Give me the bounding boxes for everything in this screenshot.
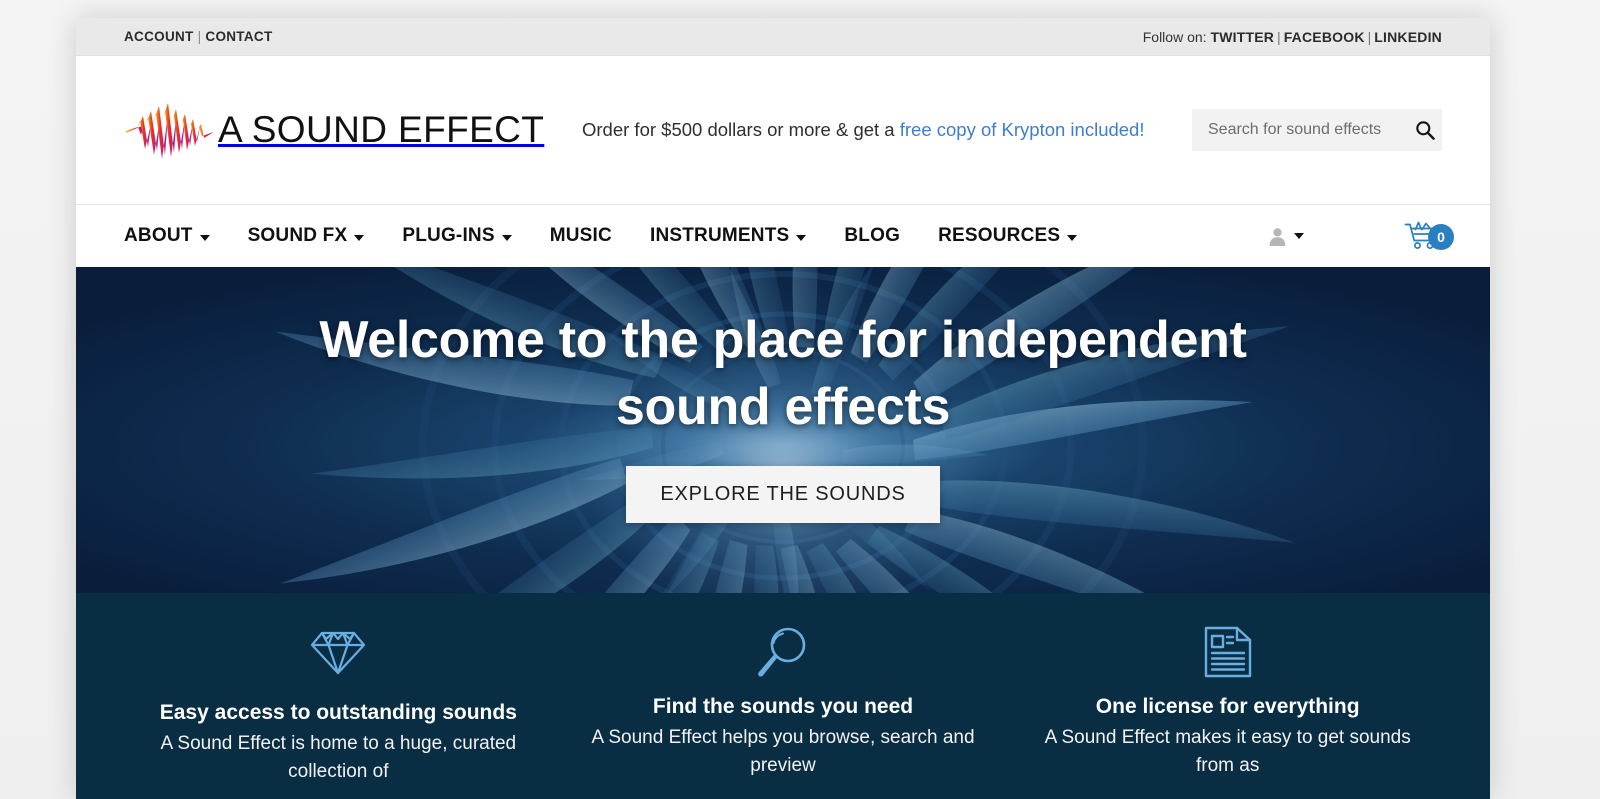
- topbar-social-links: Follow on: TWITTER | FACEBOOK | LINKEDIN: [1143, 29, 1442, 45]
- feature-description: A Sound Effect makes it easy to get soun…: [1044, 727, 1411, 776]
- chevron-down-icon: [1294, 233, 1304, 239]
- follow-on-label: Follow on:: [1142, 28, 1207, 45]
- waveform-logo-icon: [124, 99, 216, 161]
- diamond-icon: [134, 625, 543, 679]
- nav-label-blog: BLOG: [844, 225, 901, 246]
- explore-the-sounds-button[interactable]: EXPLORE THE SOUNDS: [626, 466, 940, 524]
- nav-item-music[interactable]: MUSIC: [531, 225, 631, 247]
- feature-title: One license for everything: [1095, 695, 1360, 718]
- nav-item-instruments[interactable]: INSTRUMENTS: [631, 225, 825, 247]
- nav-items: ABOUT SOUND FX PLUG-INS MUSIC INSTRUMENT…: [124, 225, 1096, 247]
- feature-card-find-sounds: Find the sounds you need A Sound Effect …: [561, 625, 1006, 799]
- promo-link[interactable]: free copy of Krypton included!: [900, 119, 1145, 140]
- feature-description: A Sound Effect is home to a huge, curate…: [160, 733, 517, 782]
- hero-content: Welcome to the place for independent sou…: [76, 267, 1490, 593]
- cart-button[interactable]: 0: [1404, 221, 1454, 251]
- account-link[interactable]: ACCOUNT: [124, 29, 194, 44]
- nav-label-sound-fx: SOUND FX: [247, 225, 348, 246]
- header-search-box[interactable]: [1192, 109, 1442, 151]
- features-band: Easy access to outstanding sounds A Soun…: [76, 593, 1490, 799]
- chevron-down-icon: [1067, 235, 1078, 241]
- topbar-left-links: ACCOUNT | CONTACT: [124, 29, 273, 44]
- hero-headline: Welcome to the place for independent sou…: [319, 311, 1247, 436]
- user-icon: [1268, 227, 1287, 246]
- feature-card-easy-access: Easy access to outstanding sounds A Soun…: [116, 625, 561, 799]
- twitter-link[interactable]: TWITTER: [1210, 29, 1274, 45]
- site-header: A SOUND EFFECT Order for $500 dollars or…: [76, 56, 1490, 205]
- chevron-down-icon: [501, 235, 512, 241]
- chevron-down-icon: [796, 235, 807, 241]
- nav-item-about[interactable]: ABOUT: [124, 225, 229, 247]
- nav-label-music: MUSIC: [549, 225, 612, 246]
- feature-description: A Sound Effect helps you browse, search …: [591, 727, 975, 776]
- facebook-link[interactable]: FACEBOOK: [1284, 29, 1365, 45]
- promo-text: Order for $500 dollars or more & get a: [582, 119, 900, 140]
- social-separator-2: |: [1367, 28, 1372, 45]
- chevron-down-icon: [354, 235, 365, 241]
- nav-item-blog[interactable]: BLOG: [825, 225, 919, 247]
- topbar-separator: |: [197, 29, 202, 44]
- search-input[interactable]: [1208, 121, 1415, 139]
- chevron-down-icon: [199, 235, 210, 241]
- nav-label-instruments: INSTRUMENTS: [649, 225, 790, 246]
- nav-label-plug-ins: PLUG-INS: [402, 225, 495, 246]
- account-menu[interactable]: [1268, 227, 1304, 246]
- logo-wordmark: A SOUND EFFECT: [218, 109, 545, 150]
- promo-banner: Order for $500 dollars or more & get a f…: [544, 119, 1166, 141]
- site-logo-link[interactable]: A SOUND EFFECT: [124, 99, 544, 161]
- utility-top-bar: ACCOUNT | CONTACT Follow on: TWITTER | FACEB…: [76, 18, 1490, 56]
- feature-title: Easy access to outstanding sounds: [159, 701, 517, 724]
- social-separator-1: |: [1277, 28, 1281, 45]
- license-document-icon: [1023, 625, 1432, 679]
- feature-card-one-license: One license for everything A Sound Effec…: [1005, 625, 1450, 799]
- magnifier-icon: [579, 625, 988, 679]
- search-icon[interactable]: [1415, 120, 1435, 140]
- cart-count-badge: 0: [1428, 224, 1454, 250]
- nav-item-plug-ins[interactable]: PLUG-INS: [383, 225, 530, 247]
- linkedin-link[interactable]: LINKEDIN: [1374, 29, 1442, 45]
- site-container: ACCOUNT | CONTACT Follow on: TWITTER | FACEB…: [76, 18, 1490, 799]
- hero-section: Welcome to the place for independent sou…: [76, 267, 1490, 593]
- main-navigation: ABOUT SOUND FX PLUG-INS MUSIC INSTRUMENT…: [76, 205, 1490, 267]
- nav-item-resources[interactable]: RESOURCES: [919, 225, 1096, 247]
- feature-title: Find the sounds you need: [652, 695, 914, 718]
- nav-label-about: ABOUT: [124, 225, 193, 246]
- nav-label-resources: RESOURCES: [938, 225, 1061, 246]
- nav-item-sound-fx[interactable]: SOUND FX: [229, 225, 384, 247]
- contact-link[interactable]: CONTACT: [205, 29, 272, 44]
